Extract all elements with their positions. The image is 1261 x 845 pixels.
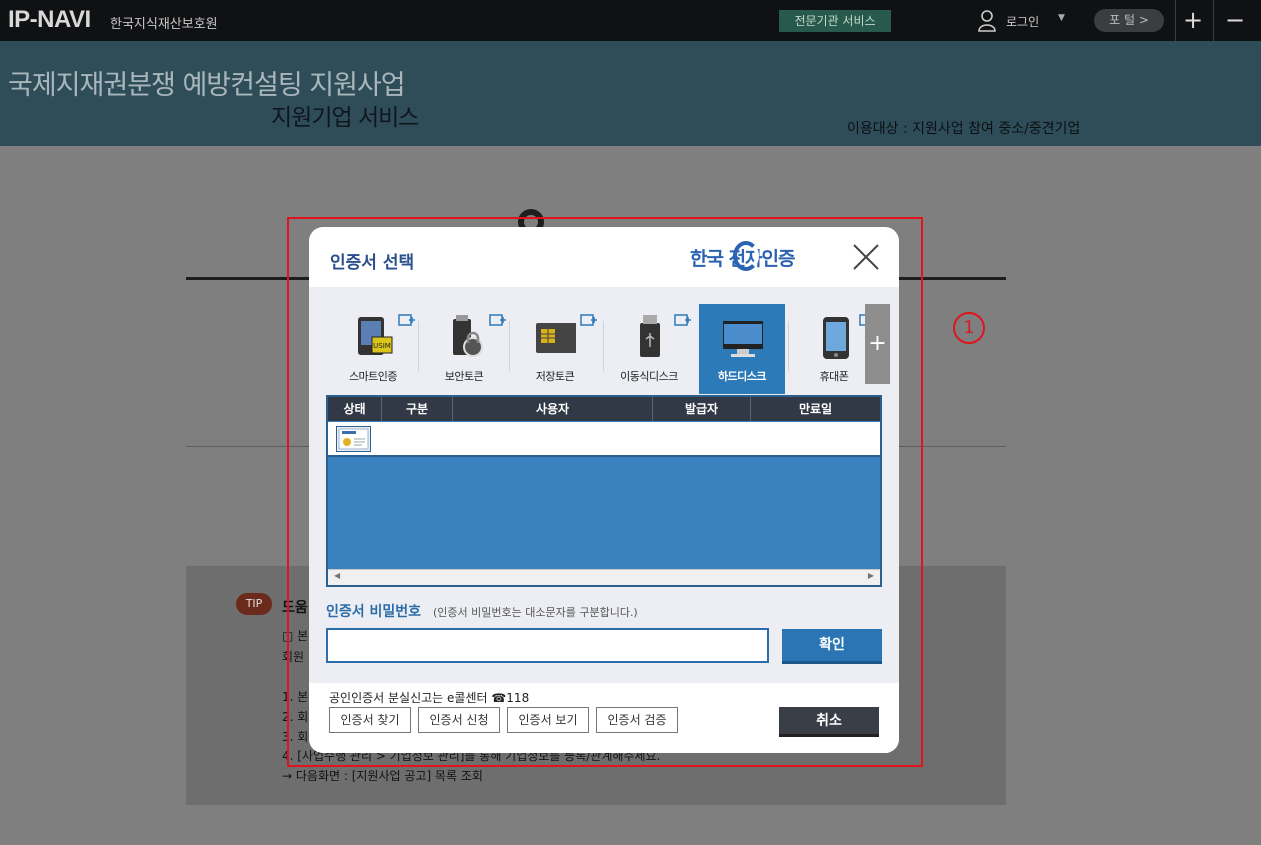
- add-folder-icon: [398, 314, 415, 326]
- zoom-out-icon[interactable]: −: [1221, 6, 1249, 34]
- tab-label: 이동식디스크: [620, 370, 678, 383]
- svg-text:USIM: USIM: [373, 342, 391, 350]
- storage-token-icon: [536, 323, 576, 353]
- certificate-dialog: 인증서 선택 한국 전자인증 USIM 스마트인증 보안토큰 저장토큰 이동식디…: [309, 227, 899, 753]
- page-subtitle: 지원기업 서비스: [271, 105, 419, 131]
- mobile-phone-icon: [823, 317, 849, 359]
- verify-certificate-button[interactable]: 인증서 검증: [596, 707, 678, 733]
- login-link[interactable]: 로그인: [1006, 13, 1039, 30]
- usb-disk-icon: [640, 315, 660, 357]
- lost-report-notice: 공인인증서 분실신고는 e콜센터 ☎118: [329, 691, 530, 705]
- tab-label: 보안토큰: [444, 370, 484, 383]
- apply-certificate-button[interactable]: 인증서 신청: [418, 707, 500, 733]
- brand-mark-icon: [733, 241, 759, 271]
- add-folder-icon: [674, 314, 691, 326]
- more-media-button[interactable]: +: [865, 304, 890, 384]
- divider: [603, 321, 604, 371]
- security-token-icon: [453, 315, 483, 357]
- scroll-left-icon[interactable]: ◀: [334, 571, 340, 580]
- confirm-button[interactable]: 확인: [782, 629, 882, 664]
- add-folder-icon: [580, 314, 597, 326]
- media-tab-security-token[interactable]: 보안토큰: [421, 304, 507, 394]
- dialog-body: USIM 스마트인증 보안토큰 저장토큰 이동식디스크 하드디스크 휴대폰 + …: [309, 287, 899, 683]
- media-tab-smart-auth[interactable]: USIM 스마트인증: [330, 304, 416, 394]
- ip-navi-logo[interactable]: IP-NAVI: [8, 6, 91, 34]
- close-icon[interactable]: [852, 243, 880, 271]
- smart-auth-icon: USIM: [358, 317, 393, 355]
- dialog-title: 인증서 선택: [330, 253, 415, 273]
- org-name: 한국지식재산보호원: [110, 17, 218, 32]
- tab-label: 하드디스크: [717, 370, 767, 383]
- page-banner: 국제지재권분쟁 예방컨설팅 지원사업 지원기업 서비스 이용대상 : 지원사업 …: [0, 41, 1261, 146]
- tab-label: 저장토큰: [535, 370, 575, 383]
- table-row[interactable]: [328, 421, 880, 457]
- user-icon[interactable]: [978, 10, 996, 32]
- media-tab-usb-disk[interactable]: 이동식디스크: [606, 304, 692, 394]
- column-header-status[interactable]: 상태: [328, 397, 382, 421]
- divider: [1175, 0, 1176, 41]
- password-label: 인증서 비밀번호: [326, 604, 422, 620]
- view-certificate-button[interactable]: 인증서 보기: [507, 707, 589, 733]
- divider: [1213, 0, 1214, 41]
- annotation-number: 1: [953, 312, 985, 344]
- find-certificate-button[interactable]: 인증서 찾기: [329, 707, 411, 733]
- zoom-in-icon[interactable]: +: [1179, 6, 1207, 34]
- scroll-right-icon[interactable]: ▶: [868, 571, 874, 580]
- portal-button[interactable]: 포 털 >: [1094, 9, 1164, 32]
- certificate-icon: [336, 426, 371, 452]
- help-line: → 다음화면 : [지원사업 공고] 목록 조회: [282, 769, 483, 783]
- certificate-table: 상태 구분 사용자 발급자 만료일 ◀ ▶: [326, 395, 882, 587]
- target-users-text: 이용대상 : 지원사업 참여 중소/중견기업: [847, 121, 1081, 137]
- chevron-down-icon[interactable]: ▼: [1058, 13, 1065, 23]
- page-title: 국제지재권분쟁 예방컨설팅 지원사업: [8, 70, 406, 101]
- media-tab-storage-token[interactable]: 저장토큰: [512, 304, 598, 394]
- divider: [418, 321, 419, 371]
- password-hint: (인증서 비밀번호는 대소문자를 구분합니다.): [433, 606, 638, 619]
- dialog-footer: 공인인증서 분실신고는 e콜센터 ☎118 인증서 찾기 인증서 신청 인증서 …: [309, 683, 899, 753]
- divider: [788, 321, 789, 371]
- column-header-expiry[interactable]: 만료일: [751, 397, 880, 421]
- top-bar: IP-NAVI 한국지식재산보호원 전문기관 서비스 로그인 ▼ 포 털 > +…: [0, 0, 1261, 41]
- horizontal-scrollbar[interactable]: ◀ ▶: [328, 569, 880, 585]
- certificate-password-input[interactable]: [326, 628, 769, 663]
- cancel-button[interactable]: 취소: [779, 707, 879, 737]
- add-folder-icon: [489, 314, 506, 326]
- column-header-type[interactable]: 구분: [382, 397, 453, 421]
- media-tab-hard-disk[interactable]: 하드디스크: [699, 304, 785, 394]
- column-header-issuer[interactable]: 발급자: [653, 397, 751, 421]
- column-header-user[interactable]: 사용자: [453, 397, 653, 421]
- divider: [509, 321, 510, 371]
- expert-service-button[interactable]: 전문기관 서비스: [779, 10, 891, 32]
- tip-badge: TIP: [236, 593, 272, 615]
- hard-disk-icon: [723, 321, 763, 357]
- tab-label: 스마트인증: [348, 370, 398, 383]
